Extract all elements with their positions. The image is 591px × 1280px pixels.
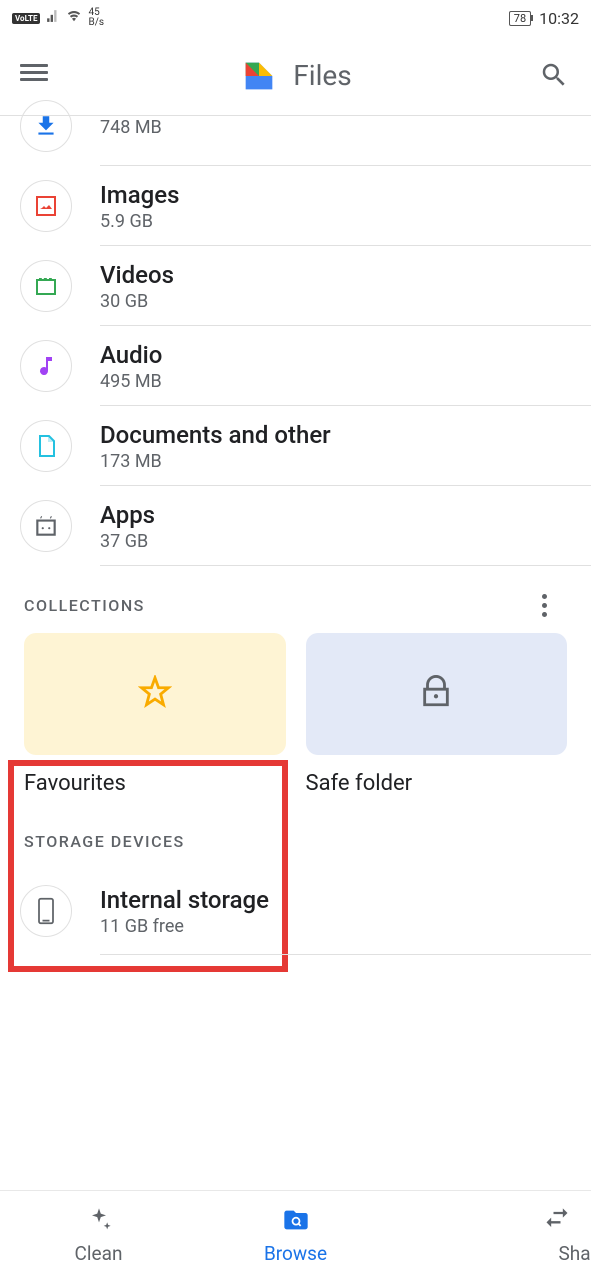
nav-share[interactable]: Shar (394, 1191, 591, 1280)
wifi-icon (66, 9, 82, 27)
storage-name-label: Internal storage (100, 886, 571, 914)
signal-icon (46, 9, 60, 27)
category-name-label: Apps (100, 501, 571, 529)
lock-icon (419, 675, 453, 713)
nav-clean[interactable]: Clean (0, 1191, 197, 1280)
storage-title: STORAGE DEVICES (24, 832, 185, 851)
category-name-label: Documents and other (100, 421, 571, 449)
collection-safefolder[interactable]: Safe folder (306, 633, 568, 796)
category-size-label: 495 MB (100, 371, 571, 392)
safefolder-tile (306, 633, 568, 755)
storage-internal[interactable]: Internal storage 11 GB free (0, 867, 591, 955)
collections-title: COLLECTIONS (24, 596, 145, 615)
category-name-label: Videos (100, 261, 571, 289)
category-size-label: 37 GB (100, 531, 571, 552)
category-name-label: Images (100, 181, 571, 209)
storage-free-label: 11 GB free (100, 916, 571, 937)
network-speed: 45 B/s (88, 8, 104, 28)
folder-search-icon (282, 1206, 310, 1238)
swap-icon (543, 1206, 571, 1238)
category-list: 748 MB Images 5.9 GB Videos 30 GB Audio … (0, 86, 591, 566)
category-videos[interactable]: Videos 30 GB (0, 246, 591, 326)
category-size-label: 748 MB (100, 117, 571, 138)
audio-icon (20, 340, 72, 392)
download-icon (20, 100, 72, 152)
category-size-label: 5.9 GB (100, 211, 571, 232)
image-icon (20, 180, 72, 232)
category-size-label: 30 GB (100, 291, 571, 312)
storage-header: STORAGE DEVICES (0, 796, 591, 867)
battery-indicator: 78 (509, 11, 531, 26)
document-icon (20, 420, 72, 472)
bottom-nav: Clean Browse Shar (0, 1190, 591, 1280)
sparkle-icon (85, 1206, 113, 1238)
favourites-tile (24, 633, 286, 755)
nav-browse[interactable]: Browse (197, 1191, 394, 1280)
phone-icon (20, 885, 72, 937)
collections-grid: Favourites Safe folder (0, 633, 591, 796)
volte-badge: VoLTE (12, 13, 40, 24)
category-name-label: Audio (100, 341, 571, 369)
star-icon (138, 675, 172, 713)
category-apps[interactable]: Apps 37 GB (0, 486, 591, 566)
collection-label: Safe folder (306, 771, 568, 796)
clock: 10:32 (539, 9, 579, 28)
collection-label: Favourites (24, 771, 286, 796)
category-audio[interactable]: Audio 495 MB (0, 326, 591, 406)
nav-label: Clean (75, 1242, 123, 1265)
category-images[interactable]: Images 5.9 GB (0, 166, 591, 246)
nav-label: Browse (264, 1242, 327, 1265)
more-icon[interactable] (542, 594, 567, 617)
video-icon (20, 260, 72, 312)
nav-label: Shar (558, 1242, 591, 1265)
collection-favourites[interactable]: Favourites (24, 633, 286, 796)
category-documents[interactable]: Documents and other 173 MB (0, 406, 591, 486)
category-downloads[interactable]: 748 MB (0, 86, 591, 166)
status-bar: VoLTE 45 B/s 78 10:32 (0, 0, 591, 36)
category-size-label: 173 MB (100, 451, 571, 472)
apps-icon (20, 500, 72, 552)
collections-header: COLLECTIONS (0, 566, 591, 633)
